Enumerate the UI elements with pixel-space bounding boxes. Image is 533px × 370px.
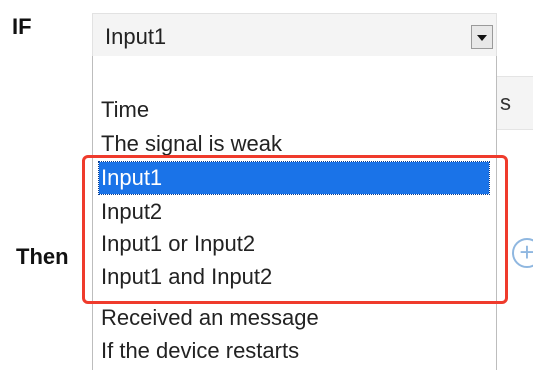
plus-circle-icon[interactable]: + (512, 238, 533, 268)
condition-select-value: Input1 (105, 24, 167, 49)
option-time[interactable]: Time (99, 94, 489, 126)
condition-dropdown-list: Time The signal is weak Input1 Input2 In… (92, 56, 497, 370)
option-device-restarts[interactable]: If the device restarts (99, 335, 489, 367)
option-signal-weak[interactable]: The signal is weak (99, 128, 489, 160)
background-field-text: s (500, 90, 511, 115)
condition-select[interactable]: Input1 (92, 13, 497, 57)
option-input2[interactable]: Input2 (99, 196, 489, 228)
then-label: Then (16, 244, 69, 269)
option-received-message[interactable]: Received an message (99, 302, 489, 334)
if-label: IF (12, 14, 32, 39)
option-input1[interactable]: Input1 (98, 161, 490, 195)
option-input1-and-input2[interactable]: Input1 and Input2 (99, 261, 489, 293)
chevron-down-icon[interactable] (471, 25, 493, 49)
option-input1-or-input2[interactable]: Input1 or Input2 (99, 228, 489, 260)
